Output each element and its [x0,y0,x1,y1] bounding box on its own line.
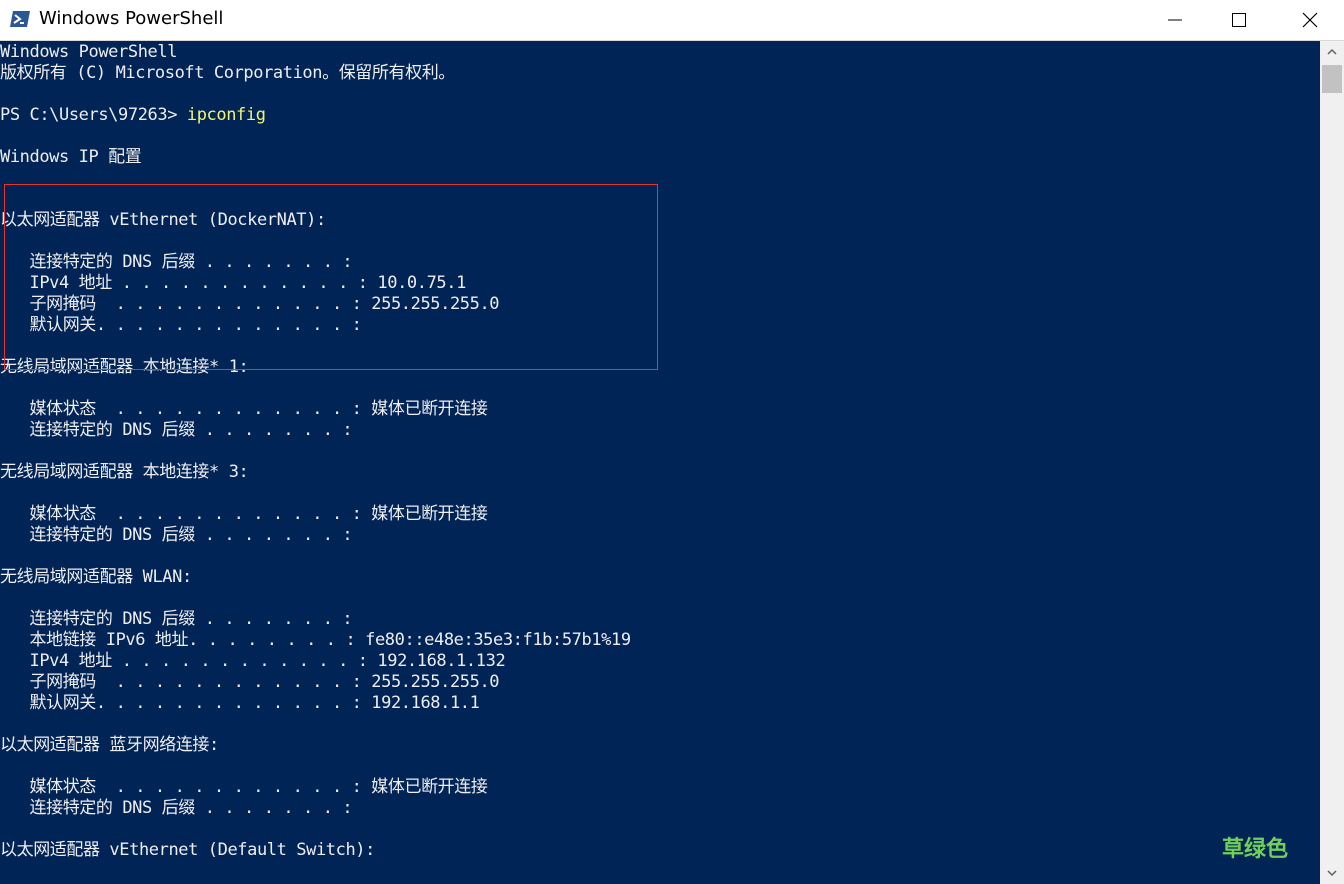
title-bar[interactable]: Windows PowerShell [0,0,1344,41]
close-icon [1302,12,1318,28]
console-line: 连接特定的 DNS 后缀 . . . . . . . : [0,798,353,818]
console-line: Windows PowerShell [0,42,178,62]
console-line: 连接特定的 DNS 后缀 . . . . . . . : [0,420,353,440]
console-line: 以太网适配器 蓝牙网络连接: [0,735,219,755]
console-line: 连接特定的 DNS 后缀 . . . . . . . : [0,525,353,545]
console-line: 媒体状态 . . . . . . . . . . . . : 媒体已断开连接 [0,504,488,524]
console-line: 无线局域网适配器 WLAN: [0,567,192,587]
console-line: 默认网关. . . . . . . . . . . . . : 192.168.… [0,693,480,713]
powershell-window: Windows PowerShell Windows PowerShell 版权… [0,0,1344,884]
window-title: Windows PowerShell [39,8,224,29]
prompt-text: PS C:\Users\97263> [0,105,187,125]
scroll-down-button[interactable] [1320,862,1344,884]
console-line: 无线局域网适配器 本地连接* 3: [0,462,249,482]
close-button[interactable] [1287,0,1333,40]
highlight-box [4,184,658,370]
scroll-thumb[interactable] [1322,65,1342,93]
console-output[interactable]: Windows PowerShell 版权所有 (C) Microsoft Co… [0,41,1320,884]
console-line: 媒体状态 . . . . . . . . . . . . : 媒体已断开连接 [0,399,488,419]
console-line: 连接特定的 DNS 后缀 . . . . . . . : [0,609,353,629]
scroll-up-arrow-icon [1327,48,1337,55]
console-line: 媒体状态 . . . . . . . . . . . . : 媒体已断开连接 [0,777,488,797]
console-line: 子网掩码 . . . . . . . . . . . . : 255.255.2… [0,672,500,692]
console-line: IPv4 地址 . . . . . . . . . . . . : 192.16… [0,651,506,671]
console-prompt-line: PS C:\Users\97263> ipconfig [0,105,266,126]
console-line: 版权所有 (C) Microsoft Corporation。保留所有权利。 [0,63,455,83]
scroll-down-arrow-icon [1327,870,1337,877]
console-line: 以太网适配器 vEthernet (Default Switch): [0,840,375,860]
maximize-icon [1232,13,1246,27]
minimize-icon [1168,19,1182,21]
console-line: Windows IP 配置 [0,147,142,167]
scroll-up-button[interactable] [1320,41,1344,63]
minimize-button[interactable] [1152,0,1198,40]
vertical-scrollbar[interactable] [1320,41,1344,884]
powershell-icon [10,10,30,28]
watermark: 草绿色 [1222,837,1289,862]
console-line: 本地链接 IPv6 地址. . . . . . . . : fe80::e48e… [0,630,632,650]
command-text: ipconfig [186,105,266,125]
maximize-button[interactable] [1216,0,1262,40]
